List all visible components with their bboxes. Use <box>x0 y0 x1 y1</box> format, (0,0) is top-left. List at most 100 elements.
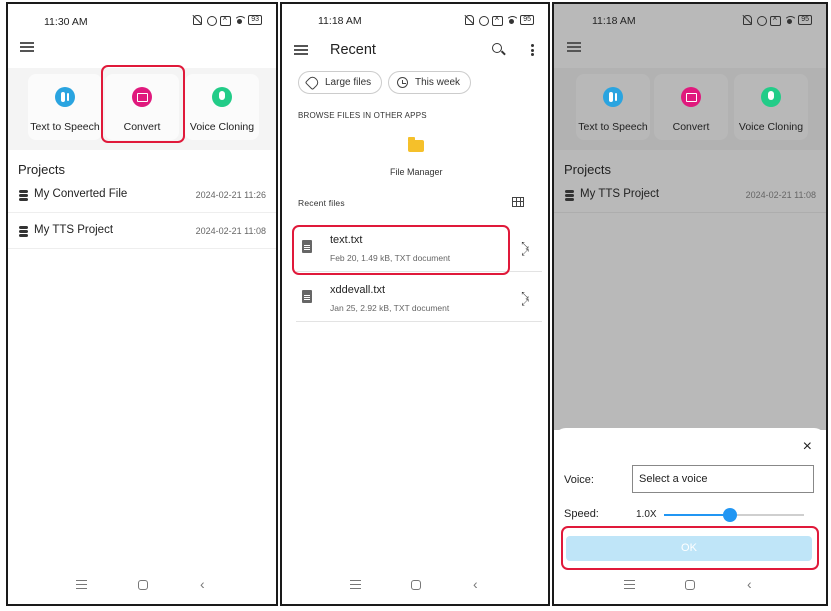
back-nav-icon[interactable]: ‹ <box>747 576 752 592</box>
highlight-ok <box>561 526 819 570</box>
battery-icon: 95 <box>798 15 812 25</box>
recent-files-label: Recent files <box>298 198 345 208</box>
screen-voice-dialog: 11:18 AM 95 Text to Speech Convert Voice <box>552 2 828 606</box>
close-icon[interactable]: × <box>803 438 812 456</box>
nav-bar: ‹ <box>8 570 276 604</box>
recents-nav-icon[interactable] <box>350 580 361 589</box>
mute-icon <box>192 15 203 25</box>
battery-icon: 93 <box>248 15 262 25</box>
back-nav-icon[interactable]: ‹ <box>473 576 478 592</box>
highlight-file <box>292 225 510 275</box>
recents-nav-icon[interactable] <box>624 580 635 589</box>
chip-label: Large files <box>325 77 372 88</box>
tts-icon <box>55 87 75 107</box>
project-name: My TTS Project <box>580 188 660 200</box>
project-date: 2024-02-21 11:26 <box>195 190 266 200</box>
status-bar: 11:30 AM 93 <box>8 4 276 36</box>
database-icon <box>19 226 28 237</box>
voice-select[interactable]: Select a voice <box>632 465 814 493</box>
file-name: xddevall.txt <box>330 284 386 296</box>
chip-large-files[interactable]: Large files <box>298 71 383 94</box>
card-label: Voice Cloning <box>189 121 255 133</box>
convert-icon <box>681 87 701 107</box>
tag-icon <box>304 74 321 91</box>
search-icon[interactable] <box>492 43 502 53</box>
card-label: Text to Speech <box>578 121 648 133</box>
status-icons: 95 <box>742 13 812 26</box>
projects-title: Projects <box>564 162 611 177</box>
alarm-icon <box>478 15 490 26</box>
project-date: 2024-02-21 11:08 <box>745 190 816 200</box>
history-icon <box>397 77 408 88</box>
project-row[interactable]: My Converted File 2024-02-21 11:26 <box>8 178 276 213</box>
file-manager-label[interactable]: File Manager <box>390 167 443 177</box>
mute-icon <box>464 15 475 25</box>
expand-icon[interactable]: ⤡ ⤢ <box>518 241 532 257</box>
file-row[interactable]: xddevall.txt Jan 25, 2.92 kB, TXT docume… <box>296 274 542 322</box>
file-meta: Jan 25, 2.92 kB, TXT document <box>330 303 450 313</box>
microphone-icon <box>212 87 232 107</box>
card-convert: Convert <box>654 74 728 140</box>
home-nav-icon[interactable] <box>411 580 421 590</box>
card-text-to-speech: Text to Speech <box>576 74 650 140</box>
card-text-to-speech[interactable]: Text to Speech <box>28 74 102 140</box>
home-nav-icon[interactable] <box>685 580 695 590</box>
speed-slider[interactable] <box>664 508 804 522</box>
back-nav-icon[interactable]: ‹ <box>200 576 205 592</box>
status-icons: 95 <box>464 13 534 26</box>
battery-icon: 95 <box>520 15 534 25</box>
notification-icon <box>492 13 504 26</box>
speed-slider-fill <box>664 514 730 516</box>
alarm-icon <box>756 15 768 26</box>
tts-icon <box>603 87 623 107</box>
menu-icon[interactable] <box>294 45 308 55</box>
database-icon <box>19 190 28 201</box>
project-date: 2024-02-21 11:08 <box>195 226 266 236</box>
more-options-icon[interactable] <box>531 44 534 56</box>
nav-bar: ‹ <box>282 570 548 604</box>
card-label: Text to Speech <box>30 121 100 133</box>
project-name: My TTS Project <box>34 224 114 236</box>
mute-icon <box>742 15 753 25</box>
screen-home: 11:30 AM 93 Text to Speech Convert Voice… <box>6 2 278 606</box>
card-label: Voice Cloning <box>738 121 804 133</box>
highlight-convert <box>101 65 185 143</box>
chip-this-week[interactable]: This week <box>388 71 472 94</box>
project-row: My TTS Project 2024-02-21 11:08 <box>554 178 826 213</box>
wifi-icon <box>506 15 520 25</box>
expand-icon[interactable]: ⤡ ⤢ <box>518 291 532 307</box>
recents-nav-icon[interactable] <box>76 580 87 589</box>
home-nav-icon[interactable] <box>138 580 148 590</box>
speed-slider-thumb[interactable] <box>722 508 737 522</box>
speed-value: 1.0X <box>636 509 657 520</box>
card-voice-cloning: Voice Cloning <box>734 74 808 140</box>
projects-title: Projects <box>18 162 65 177</box>
menu-icon[interactable] <box>20 42 34 52</box>
status-bar: 11:18 AM 95 <box>554 4 826 36</box>
card-label: Convert <box>672 121 710 133</box>
status-icons: 93 <box>192 13 262 26</box>
nav-bar: ‹ <box>554 570 826 604</box>
voice-label: Voice: <box>564 474 594 486</box>
status-bar: 11:18 AM 95 <box>282 4 548 36</box>
screen-file-picker: 11:18 AM 95 Recent Large files This week… <box>280 2 550 606</box>
voice-settings-sheet: × Voice: Select a voice Speed: 1.0X OK ‹ <box>554 428 826 604</box>
grid-view-icon[interactable] <box>512 197 524 207</box>
dimmed-background[interactable]: 11:18 AM 95 Text to Speech Convert Voice <box>554 4 826 430</box>
card-voice-cloning[interactable]: Voice Cloning <box>185 74 259 140</box>
wifi-icon <box>784 15 798 25</box>
status-time: 11:18 AM <box>592 15 636 27</box>
feature-cards: Text to Speech Convert Voice Cloning <box>554 68 826 150</box>
project-name: My Converted File <box>34 188 128 200</box>
microphone-icon <box>761 87 781 107</box>
chip-label: This week <box>415 77 461 88</box>
notification-icon <box>220 13 232 26</box>
database-icon <box>565 190 574 201</box>
menu-icon <box>567 42 581 52</box>
status-time: 11:30 AM <box>44 16 88 28</box>
project-row[interactable]: My TTS Project 2024-02-21 11:08 <box>8 214 276 249</box>
notification-icon <box>770 13 782 26</box>
page-title: Recent <box>330 42 376 58</box>
alarm-icon <box>206 15 218 26</box>
folder-icon[interactable] <box>408 137 424 152</box>
